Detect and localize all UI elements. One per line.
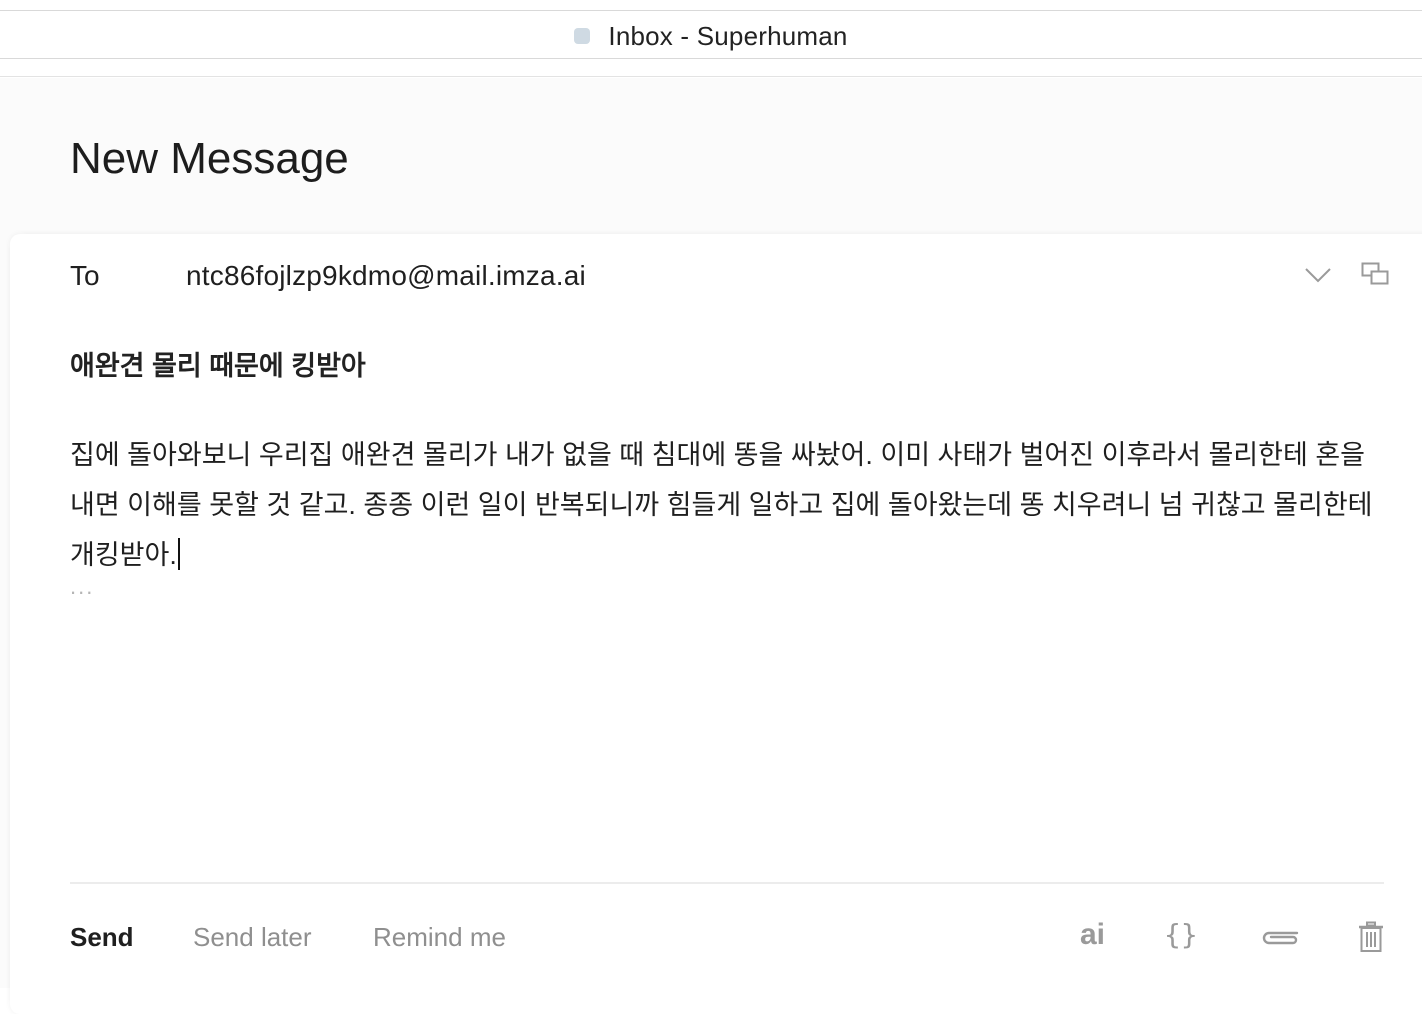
to-label: To bbox=[70, 260, 100, 291]
message-body-text: 집에 돌아와보니 우리집 애완견 몰리가 내가 없을 때 침대에 똥을 싸놨어.… bbox=[70, 440, 1373, 570]
to-row[interactable]: To ntc86fojlzp9kdmo@mail.imza.ai bbox=[70, 256, 1420, 296]
to-recipient-field[interactable]: ntc86fojlzp9kdmo@mail.imza.ai bbox=[186, 260, 586, 292]
show-trimmed-content-button[interactable]: ... bbox=[70, 574, 94, 600]
templates-button[interactable]: {} bbox=[1164, 918, 1198, 951]
chevron-down-icon[interactable] bbox=[1300, 260, 1336, 290]
titlebar-divider-top bbox=[0, 10, 1422, 11]
footer-divider bbox=[70, 882, 1384, 884]
titlebar-divider-bottom bbox=[0, 76, 1422, 77]
subject-field[interactable]: 애완견 몰리 때문에 킹받아 bbox=[70, 344, 366, 383]
compose-card: To ntc86fojlzp9kdmo@mail.imza.ai 애완견 몰리 … bbox=[10, 234, 1422, 1014]
window-title: Inbox - Superhuman bbox=[608, 20, 848, 51]
window-titlebar: Inbox - Superhuman bbox=[0, 0, 1422, 78]
window-title-group: Inbox - Superhuman bbox=[0, 18, 1422, 54]
app-favicon-icon bbox=[574, 28, 591, 44]
paperclip-icon[interactable] bbox=[1258, 920, 1302, 954]
compose-page: New Message To ntc86fojlzp9kdmo@mail.imz… bbox=[0, 78, 1422, 1014]
send-button[interactable]: Send bbox=[70, 922, 134, 953]
send-later-button[interactable]: Send later bbox=[193, 922, 312, 953]
page-title: New Message bbox=[70, 134, 349, 183]
trash-icon[interactable] bbox=[1356, 918, 1386, 956]
compose-footer: Send Send later Remind me ai {} bbox=[70, 918, 1390, 962]
message-body[interactable]: 집에 돌아와보니 우리집 애완견 몰리가 내가 없을 때 침대에 똥을 싸놨어.… bbox=[70, 430, 1390, 580]
ai-button[interactable]: ai bbox=[1080, 918, 1105, 952]
popout-window-icon[interactable] bbox=[1358, 258, 1392, 290]
titlebar-divider-middle bbox=[0, 58, 1422, 59]
remind-me-button[interactable]: Remind me bbox=[373, 922, 506, 953]
text-caret bbox=[177, 538, 180, 570]
